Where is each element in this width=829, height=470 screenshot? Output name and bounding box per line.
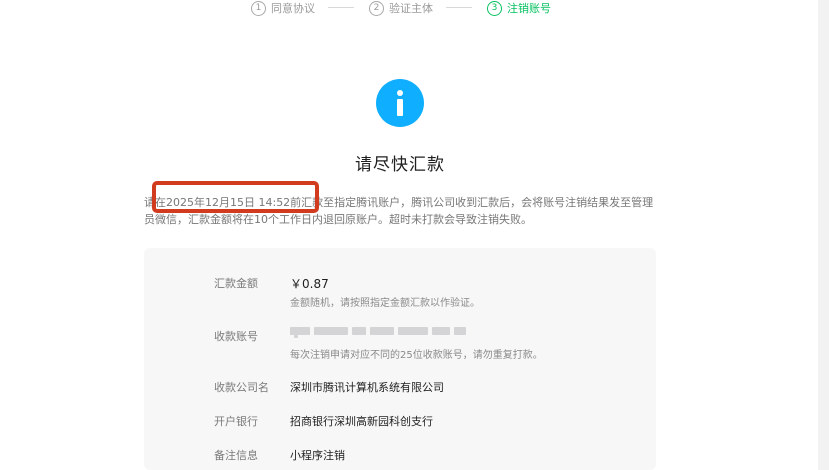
progress-steps: 1 同意协议 2 验证主体 3 注销账号 [0,0,818,16]
page-title: 请尽快汇款 [355,155,445,175]
info-icon [376,79,424,127]
account-label: 收款账号 [214,330,258,343]
remark-label: 备注信息 [214,449,258,462]
bank-value: 招商银行深圳高新园科创支行 [290,415,433,428]
remittance-details-card: 汇款金额 ￥0.87 金额随机，请按照指定金额汇款以作验证。 收款账号 每次注销… [144,248,656,470]
info-icon-bar [397,99,403,116]
amount-value: ￥0.87 [290,277,329,291]
remark-value: 小程序注销 [290,449,345,462]
amount-label: 汇款金额 [214,277,258,290]
right-scroll-strip [818,0,829,470]
step-agree-protocol: 1 同意协议 [251,0,315,16]
company-value: 深圳市腾讯计算机系统有限公司 [290,381,444,394]
step-connector [328,7,354,8]
bank-label: 开户银行 [214,415,258,428]
remittance-notice: 请在2025年12月15日 14:52前汇款至指定腾讯账户，腾讯公司收到汇款后，… [144,196,654,226]
step-verify-entity: 2 验证主体 [369,0,433,16]
masked-account-number [290,325,466,339]
amount-hint: 金额随机，请按照指定金额汇款以作验证。 [290,298,480,309]
step-number: 1 [251,0,266,16]
account-hint: 每次注销申请对应不同的25位收款账号，请勿重复打款。 [290,350,543,361]
step-label: 注销账号 [507,2,551,15]
step-label: 验证主体 [389,2,433,15]
step-number: 3 [487,0,502,16]
company-label: 收款公司名 [214,381,269,394]
step-number: 2 [369,0,384,16]
info-icon-dot [397,90,403,96]
step-label: 同意协议 [271,2,315,15]
step-cancel-account: 3 注销账号 [487,0,551,16]
step-connector [446,7,472,8]
